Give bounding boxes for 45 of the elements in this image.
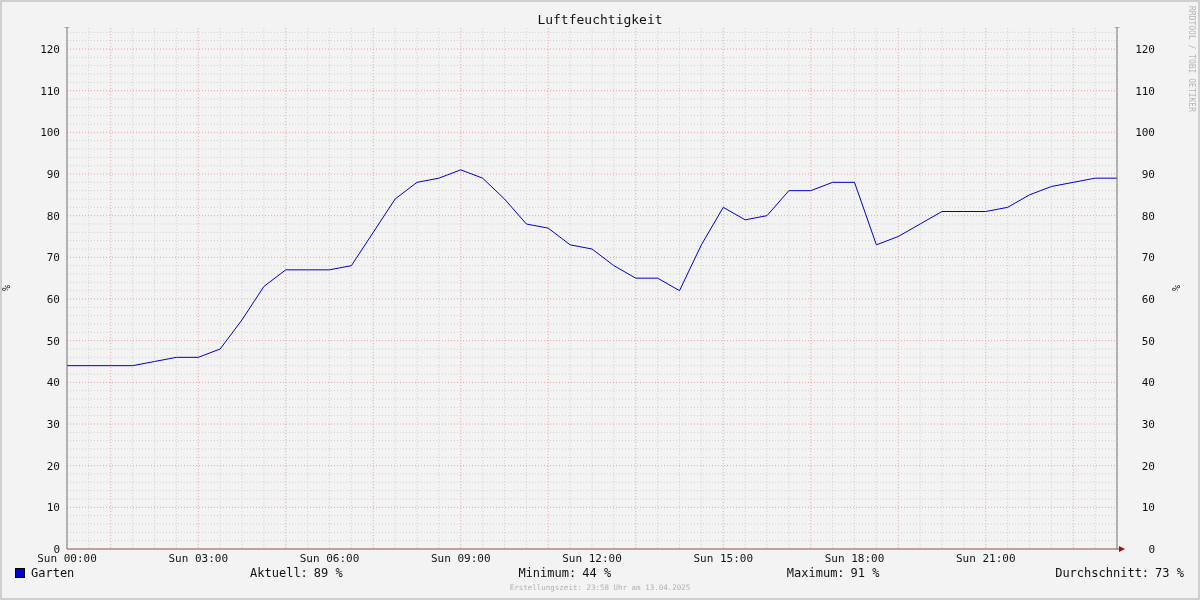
axis-tick-label: 70	[46, 251, 60, 265]
axis-tick-label: 120	[40, 43, 60, 56]
axis-tick-label: 120	[1135, 43, 1155, 56]
axis-label: %	[1171, 285, 1182, 291]
axis-tick-label: 100	[1135, 126, 1155, 140]
axis-tick-label: Sun 15:00	[693, 552, 754, 565]
axis-tick-label: 100	[40, 126, 60, 140]
axis-tick-label: 70	[1141, 251, 1155, 265]
stat-value: 91 %	[850, 566, 880, 580]
stat-value: 44 %	[582, 566, 612, 580]
axis-tick-label: Sun 21:00	[955, 552, 1016, 565]
axis-tick-label: 80	[1141, 209, 1155, 223]
credit-text: RRDTOOL / TOBI OETIKER	[1186, 6, 1196, 112]
axis-tick-label: 40	[1141, 376, 1155, 390]
legend-label: Garten	[31, 566, 75, 580]
axis-label: %	[2, 285, 12, 291]
axis-tick-label: 50	[46, 334, 60, 348]
axis-tick-label: 20	[1141, 459, 1155, 473]
stat-label: Maximum:	[786, 566, 845, 580]
stat-label: Durchschnitt:	[1055, 566, 1150, 580]
axis-tick-label: 30	[1141, 418, 1155, 431]
axis-tick-label: 60	[1141, 293, 1155, 306]
axis-tick-label: 10	[1141, 501, 1155, 515]
axis-tick-label: 60	[46, 293, 60, 306]
axis-tick-label: Sun 03:00	[168, 552, 229, 565]
axis-tick-label: Sun 06:00	[299, 552, 360, 565]
stat-value: 89 %	[313, 566, 343, 580]
axis-tick-label: 90	[1141, 168, 1155, 181]
axis-tick-label: 110	[40, 84, 60, 98]
axis-tick-label: 10	[46, 501, 60, 515]
axis-tick-label: 30	[46, 418, 60, 431]
stat-label: Aktuell:	[250, 566, 308, 580]
axis-tick-label: 40	[46, 376, 60, 390]
axis-tick-label: Sun 09:00	[430, 552, 491, 565]
axis-tick-label: 80	[46, 209, 60, 223]
chart-title: Luftfeuchtigkeit	[537, 12, 663, 27]
stat-label: Minimum:	[518, 566, 577, 580]
axis-tick-label: 110	[1135, 84, 1155, 98]
axis-tick-label: Sun 12:00	[562, 552, 622, 565]
axis-tick-label: 90	[46, 168, 60, 181]
axis-tick-label: 0	[1148, 543, 1155, 556]
axis-tick-label: 50	[1141, 334, 1155, 348]
axis-tick-label: 20	[46, 459, 60, 473]
stat-value: 73 %	[1155, 566, 1184, 580]
axis-tick-label: Sun 18:00	[824, 552, 885, 565]
